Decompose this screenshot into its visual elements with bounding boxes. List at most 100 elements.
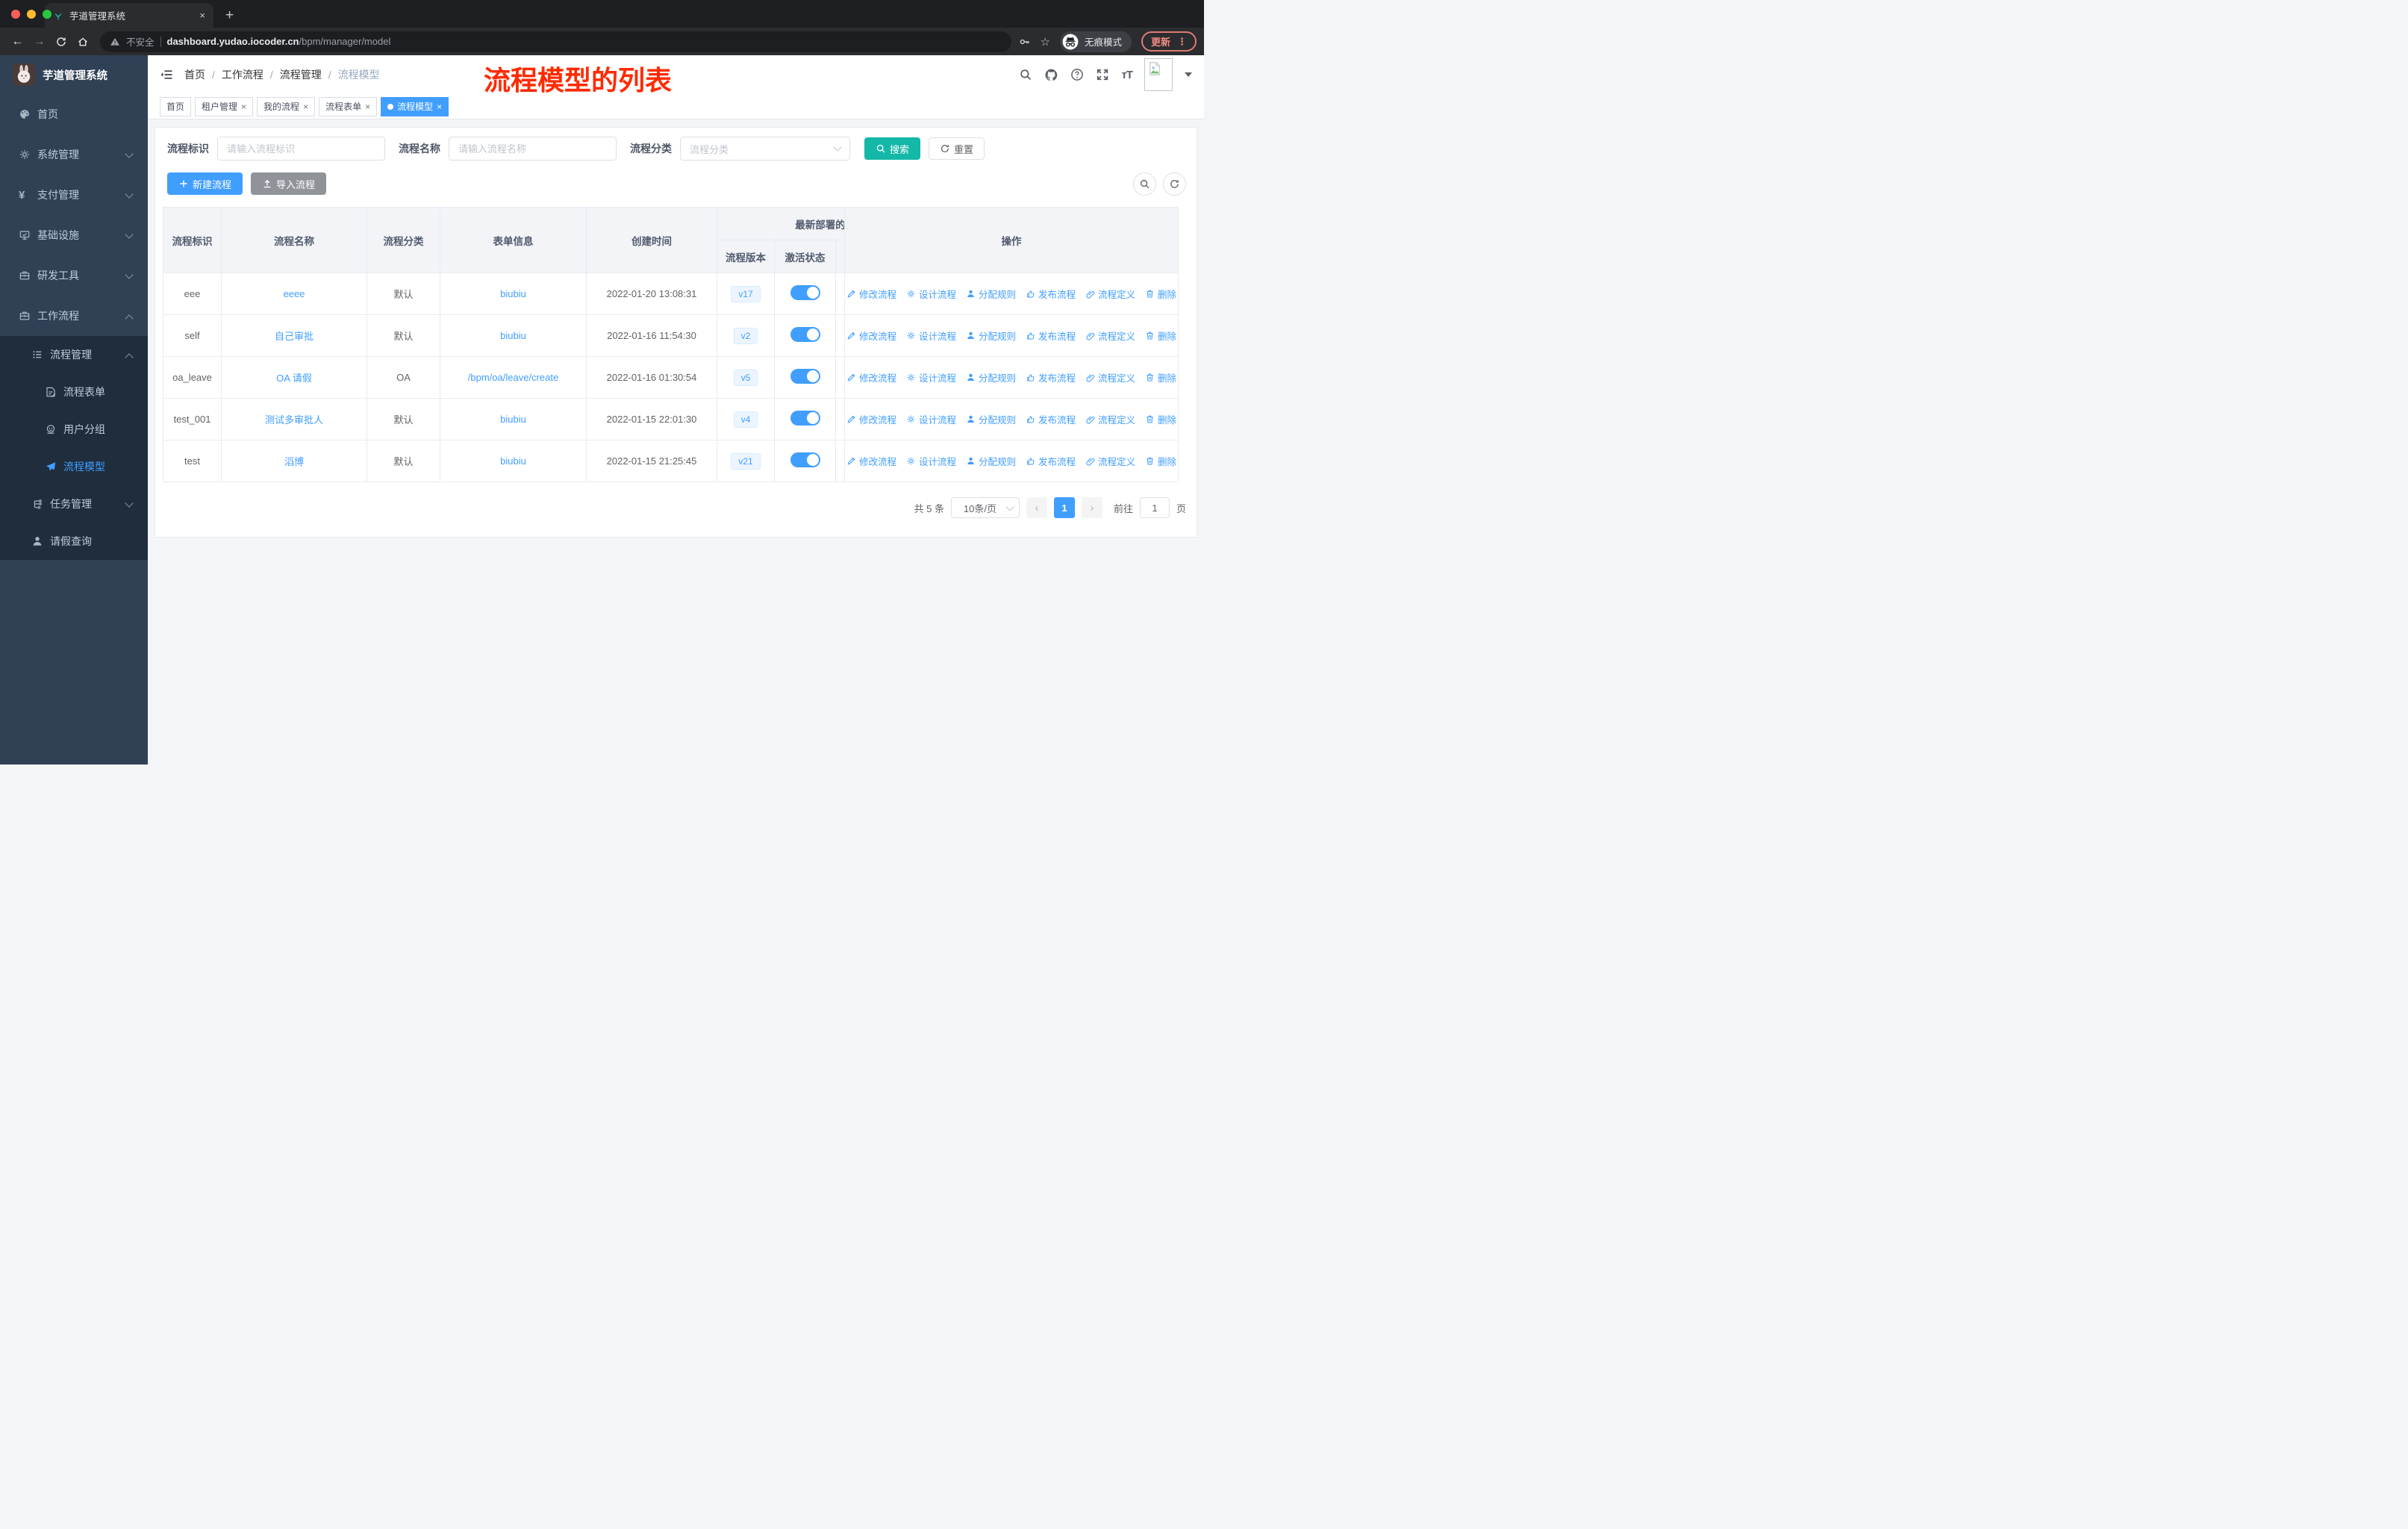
design-process-link[interactable]: 设计流程: [906, 287, 956, 301]
search-icon[interactable]: [1019, 68, 1032, 81]
tag-home[interactable]: 首页: [160, 96, 192, 116]
forward-icon[interactable]: →: [29, 35, 49, 49]
publish-process-link[interactable]: 发布流程: [1026, 454, 1076, 468]
active-toggle[interactable]: [790, 411, 820, 426]
assign-rule-link[interactable]: 分配规则: [966, 454, 1016, 468]
minimize-window-button[interactable]: [27, 10, 36, 19]
publish-process-link[interactable]: 发布流程: [1026, 287, 1076, 301]
form-link[interactable]: /bpm/oa/leave/create: [468, 372, 558, 383]
page-number-current[interactable]: 1: [1053, 497, 1075, 518]
create-process-button[interactable]: 新建流程: [167, 172, 243, 195]
process-id-input[interactable]: [217, 137, 385, 161]
assign-rule-link[interactable]: 分配规则: [966, 328, 1016, 343]
tag-tenant[interactable]: 租户管理 ×: [195, 96, 254, 116]
edit-process-link[interactable]: 修改流程: [846, 412, 896, 426]
version-badge[interactable]: v5: [733, 369, 758, 386]
process-name-link[interactable]: eeee: [284, 288, 305, 299]
browser-tab[interactable]: 芋道管理系统 ×: [45, 3, 213, 28]
home-icon[interactable]: [72, 36, 93, 48]
process-definition-link[interactable]: 流程定义: [1085, 454, 1135, 468]
breadcrumb-item[interactable]: 流程管理: [280, 67, 322, 82]
reset-button[interactable]: 重置: [929, 137, 985, 160]
design-process-link[interactable]: 设计流程: [906, 412, 956, 426]
process-definition-link[interactable]: 流程定义: [1085, 328, 1135, 343]
sidebar-item-system[interactable]: 系统管理: [0, 134, 148, 175]
edit-process-link[interactable]: 修改流程: [846, 370, 896, 384]
close-window-button[interactable]: [11, 10, 20, 19]
design-process-link[interactable]: 设计流程: [906, 370, 956, 384]
process-category-select[interactable]: 流程分类: [680, 137, 850, 161]
publish-process-link[interactable]: 发布流程: [1026, 412, 1076, 426]
sidebar-item-infra[interactable]: 基础设施: [0, 215, 148, 255]
version-badge[interactable]: v17: [731, 285, 761, 302]
delete-link[interactable]: 删除: [1145, 287, 1176, 301]
browser-update-button[interactable]: 更新 ⋮: [1141, 31, 1197, 52]
active-toggle[interactable]: [790, 327, 820, 342]
sidebar-item-process-form[interactable]: 流程表单: [0, 373, 148, 411]
form-link[interactable]: biubiu: [500, 288, 526, 299]
sidebar-item-task-mgmt[interactable]: 任务管理: [0, 485, 148, 523]
back-icon[interactable]: ←: [7, 35, 28, 49]
process-definition-link[interactable]: 流程定义: [1085, 287, 1135, 301]
process-name-input[interactable]: [449, 137, 617, 161]
close-icon[interactable]: ×: [437, 102, 442, 112]
edit-process-link[interactable]: 修改流程: [846, 287, 896, 301]
sidebar-collapse-icon[interactable]: [160, 69, 173, 81]
edit-process-link[interactable]: 修改流程: [846, 454, 896, 468]
process-name-link[interactable]: 测试多审批人: [265, 414, 323, 426]
sidebar-item-devtools[interactable]: 研发工具: [0, 255, 148, 296]
zoom-window-button[interactable]: [43, 10, 52, 19]
prev-page-button[interactable]: ‹: [1026, 497, 1047, 518]
version-badge[interactable]: v2: [733, 327, 758, 344]
version-badge[interactable]: v21: [731, 452, 761, 470]
breadcrumb-item[interactable]: 工作流程: [222, 67, 263, 82]
browser-menu-icon[interactable]: ⋮: [1177, 36, 1187, 48]
delete-link[interactable]: 删除: [1145, 328, 1176, 343]
delete-link[interactable]: 删除: [1145, 412, 1176, 426]
sidebar-item-process-mgmt[interactable]: 流程管理: [0, 336, 148, 373]
delete-link[interactable]: 删除: [1145, 454, 1176, 468]
security-label[interactable]: 不安全: [126, 34, 155, 49]
active-toggle[interactable]: [790, 285, 820, 300]
close-icon[interactable]: ×: [241, 102, 246, 112]
process-name-link[interactable]: 滔博: [284, 456, 304, 467]
form-link[interactable]: biubiu: [500, 414, 526, 425]
tag-process-model[interactable]: 流程模型 ×: [381, 96, 449, 116]
next-page-button[interactable]: ›: [1081, 497, 1102, 518]
assign-rule-link[interactable]: 分配规则: [966, 412, 1016, 426]
help-icon[interactable]: [1070, 68, 1084, 81]
font-size-icon[interactable]: ᴛT: [1121, 69, 1132, 81]
tab-close-icon[interactable]: ×: [199, 10, 205, 21]
version-badge[interactable]: v4: [733, 411, 758, 428]
process-name-link[interactable]: 自己审批: [275, 331, 314, 342]
new-tab-button[interactable]: +: [225, 8, 234, 22]
refresh-table-button[interactable]: [1163, 172, 1186, 196]
sidebar-item-home[interactable]: 首页: [0, 94, 148, 134]
edit-process-link[interactable]: 修改流程: [846, 328, 896, 343]
delete-link[interactable]: 删除: [1145, 370, 1176, 384]
active-toggle[interactable]: [790, 452, 820, 467]
reload-icon[interactable]: [51, 36, 71, 48]
chevron-down-icon[interactable]: [1185, 72, 1192, 77]
fullscreen-icon[interactable]: [1096, 68, 1109, 81]
publish-process-link[interactable]: 发布流程: [1026, 328, 1076, 343]
sidebar-item-payment[interactable]: ¥ 支付管理: [0, 175, 148, 215]
publish-process-link[interactable]: 发布流程: [1026, 370, 1076, 384]
close-icon[interactable]: ×: [303, 102, 308, 112]
tag-process-form[interactable]: 流程表单 ×: [319, 96, 378, 116]
goto-page-input[interactable]: [1139, 497, 1170, 518]
sidebar-item-leave-query[interactable]: 请假查询: [0, 523, 148, 560]
process-definition-link[interactable]: 流程定义: [1085, 370, 1135, 384]
close-icon[interactable]: ×: [365, 102, 370, 112]
import-process-button[interactable]: 导入流程: [251, 172, 327, 195]
window-controls[interactable]: [11, 10, 52, 19]
design-process-link[interactable]: 设计流程: [906, 328, 956, 343]
process-name-link[interactable]: OA 请假: [276, 373, 312, 384]
avatar[interactable]: [1144, 58, 1173, 91]
sidebar-item-process-model[interactable]: 流程模型: [0, 448, 148, 485]
form-link[interactable]: biubiu: [500, 455, 526, 467]
address-bar[interactable]: 不安全 dashboard.yudao.iocoder.cn/bpm/manag…: [100, 31, 1011, 52]
form-link[interactable]: biubiu: [500, 330, 526, 341]
sidebar-item-workflow[interactable]: 工作流程: [0, 296, 148, 336]
process-definition-link[interactable]: 流程定义: [1085, 412, 1135, 426]
